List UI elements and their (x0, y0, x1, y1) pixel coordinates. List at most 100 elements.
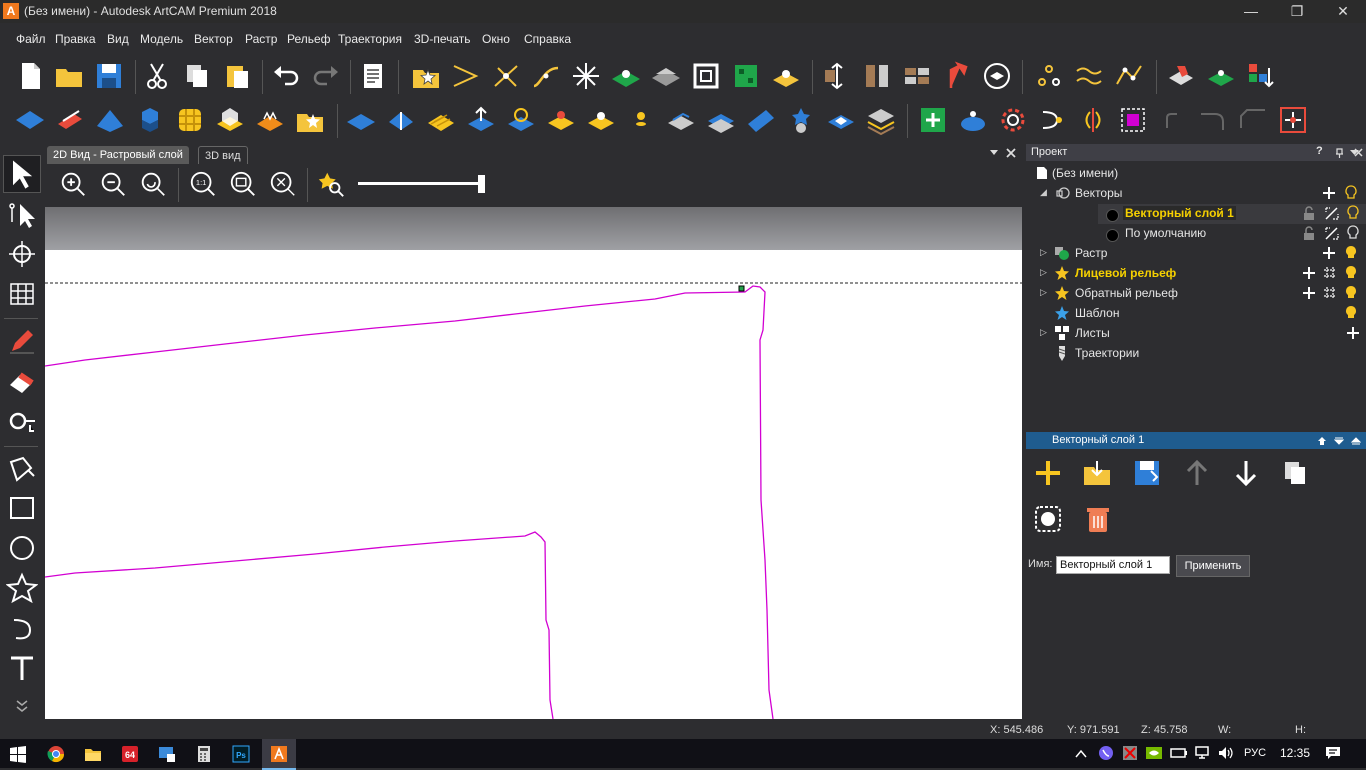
menu-vector[interactable]: Вектор (194, 32, 233, 46)
tab-2d-view[interactable]: 2D Вид - Растровый слой (47, 146, 189, 164)
tree-item-back-relief[interactable]: ▷ Обратный рельеф (1040, 284, 1366, 304)
visibility-bulb-icon[interactable] (1344, 305, 1358, 321)
expand-down-icon[interactable] (12, 698, 32, 714)
relief-spin-icon[interactable] (505, 104, 537, 136)
close-button[interactable]: ✕ (1320, 0, 1366, 23)
tree-item-raster[interactable]: ▷ Растр (1040, 244, 1366, 264)
warp-icon[interactable] (6, 278, 38, 310)
relief-bowl-icon[interactable] (957, 104, 989, 136)
expand-arrow-icon[interactable]: ▷ (1040, 247, 1047, 258)
select-layer-icon[interactable] (1032, 503, 1064, 535)
relief-slope-icon[interactable] (385, 104, 417, 136)
redo-icon[interactable] (310, 60, 342, 92)
zoom-fit-icon[interactable] (228, 169, 258, 199)
snap-icon[interactable] (1324, 226, 1340, 241)
pencil-icon[interactable] (6, 325, 38, 357)
split-icon[interactable] (861, 60, 893, 92)
node-pattern-icon[interactable] (1033, 60, 1065, 92)
menu-help[interactable]: Справка (524, 32, 571, 46)
viber-icon[interactable] (1098, 745, 1114, 761)
relief-green-icon[interactable] (610, 60, 642, 92)
file-explorer-icon[interactable] (84, 745, 102, 763)
mirror-icon[interactable] (1077, 104, 1109, 136)
tree-item-toolpaths[interactable]: Траектории (1040, 344, 1366, 364)
vector-path-inner[interactable] (45, 531, 554, 719)
move-icon[interactable] (1277, 104, 1309, 136)
transform-icon[interactable] (6, 238, 38, 270)
calculator-icon[interactable] (195, 745, 213, 763)
import-relief-icon[interactable] (294, 104, 326, 136)
relief-layer-icon[interactable] (1205, 60, 1237, 92)
copy-icon[interactable] (181, 60, 213, 92)
aida64-icon[interactable]: 64 (121, 745, 139, 763)
relief-small-dome-icon[interactable] (625, 104, 657, 136)
visibility-bulb-icon[interactable] (1344, 285, 1358, 301)
battery-icon[interactable] (1170, 746, 1188, 760)
collapse-panel-icon[interactable] (1351, 436, 1361, 445)
tree-item-front-relief[interactable]: ▷ Лицевой рельеф (1040, 264, 1366, 284)
taskbar-artcam-active[interactable] (262, 739, 296, 770)
polyline-draw-icon[interactable] (6, 452, 38, 484)
visibility-bulb-icon[interactable] (1344, 265, 1358, 281)
zoom-in-icon[interactable] (58, 169, 88, 199)
expand-arrow-icon[interactable]: ▷ (1040, 287, 1047, 298)
lock-icon[interactable] (1302, 206, 1316, 221)
new-file-icon[interactable] (14, 60, 46, 92)
select-arrow-icon[interactable] (3, 155, 41, 193)
visibility-bulb-off-icon[interactable] (1346, 225, 1360, 241)
relief-texture-icon[interactable] (254, 104, 286, 136)
network-icon[interactable] (1194, 746, 1210, 760)
drawing-canvas[interactable] (45, 250, 1022, 719)
text-icon[interactable] (6, 652, 38, 684)
zoom-previous-icon[interactable] (138, 169, 168, 199)
polyline-icon[interactable] (1113, 60, 1145, 92)
relief-sculpt-icon[interactable] (665, 104, 697, 136)
layer-color-swatch[interactable] (1106, 209, 1119, 222)
layer-name-input[interactable] (1056, 556, 1170, 574)
star-icon[interactable] (6, 572, 38, 604)
tab-3d-view[interactable]: 3D вид (198, 146, 248, 164)
add-relief-icon[interactable] (917, 104, 949, 136)
collapse-arrow-icon[interactable]: ◢ (1040, 187, 1047, 198)
tab-dropdown-icon[interactable] (989, 149, 999, 157)
node-edit-icon[interactable] (6, 198, 38, 230)
menu-file[interactable]: Файл (16, 32, 46, 46)
relief-flat-icon[interactable] (345, 104, 377, 136)
relief-grid-icon[interactable] (1323, 286, 1337, 300)
add-sheet-icon[interactable] (1346, 326, 1360, 340)
relief-plane-icon[interactable] (14, 104, 46, 136)
add-relief-layer-icon[interactable] (1302, 286, 1316, 300)
zoom-extents-icon[interactable] (268, 169, 298, 199)
corner-icon[interactable] (1157, 104, 1189, 136)
tray-app-icon[interactable] (1122, 745, 1138, 761)
border-icon[interactable] (690, 60, 722, 92)
tiles-icon[interactable] (901, 60, 933, 92)
relief-eraser-icon[interactable] (54, 104, 86, 136)
menu-3dprint[interactable]: 3D-печать (414, 32, 471, 46)
select-rect-icon[interactable] (1117, 104, 1149, 136)
save-layer-icon[interactable] (1131, 457, 1163, 489)
restore-button[interactable]: ❐ (1274, 0, 1320, 23)
expand-arrow-icon[interactable]: ▷ (1040, 267, 1047, 278)
minimize-button[interactable]: — (1228, 0, 1274, 23)
relief-raise-icon[interactable] (465, 104, 497, 136)
vector-arc-icon[interactable] (450, 60, 482, 92)
zoom-1to1-icon[interactable]: 1:1 (188, 169, 218, 199)
zoom-slider-track[interactable] (358, 182, 485, 185)
tree-item-vectors[interactable]: ◢ Векторы (1040, 184, 1366, 204)
volume-icon[interactable] (1218, 746, 1234, 760)
tree-item-template[interactable]: Шаблон (1040, 304, 1366, 324)
menu-relief[interactable]: Рельеф (287, 32, 331, 46)
snap-icon[interactable] (1324, 206, 1340, 221)
clock[interactable]: 12:35 (1280, 746, 1310, 760)
menu-window[interactable]: Окно (482, 32, 510, 46)
chrome-icon[interactable] (47, 745, 65, 763)
photoshop-icon[interactable]: Ps (232, 745, 250, 763)
menu-model[interactable]: Модель (140, 32, 183, 46)
expand-arrow-icon[interactable]: ▷ (1040, 327, 1047, 338)
dimension-icon[interactable] (821, 60, 853, 92)
relief-star-icon[interactable] (785, 104, 817, 136)
move-layer-down-icon[interactable] (1230, 457, 1262, 489)
remote-desktop-icon[interactable] (158, 745, 176, 763)
relief-grid-icon[interactable] (1323, 266, 1337, 280)
